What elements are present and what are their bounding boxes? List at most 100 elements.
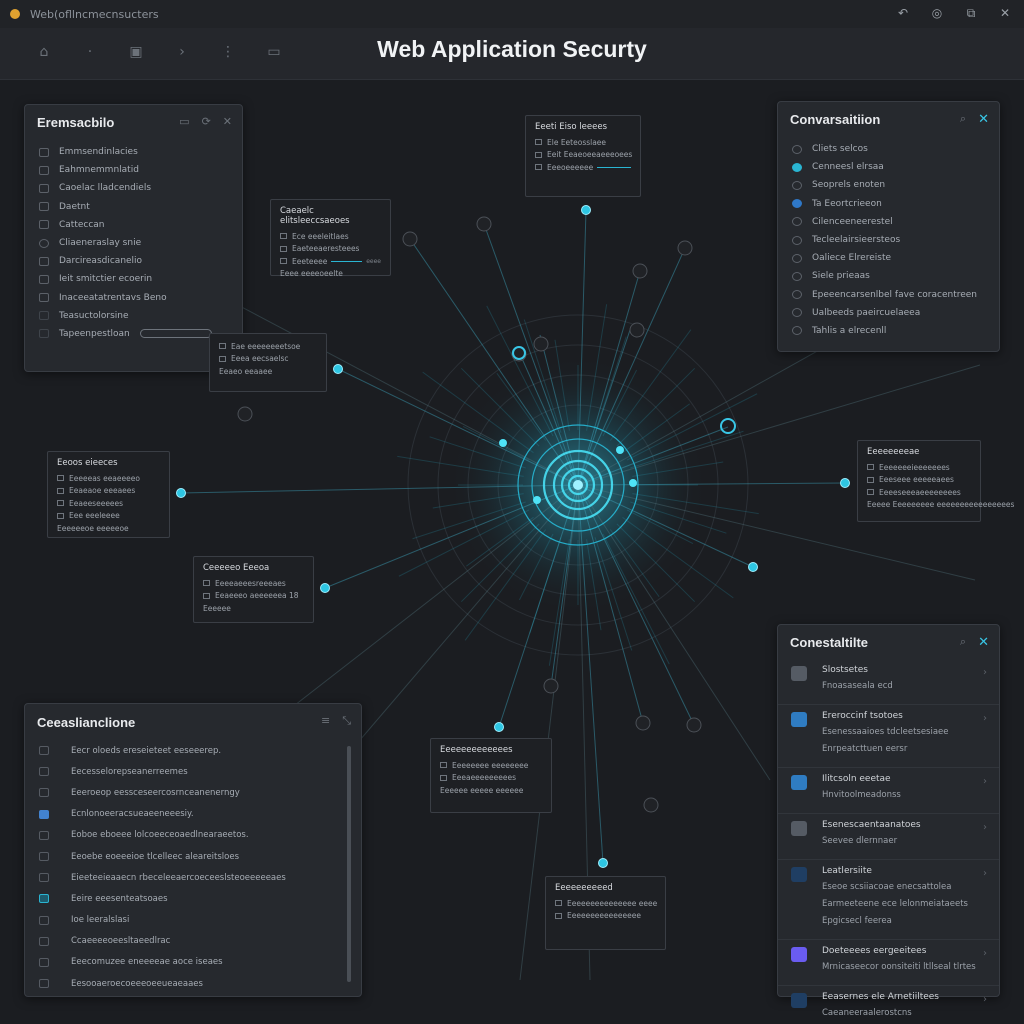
bottom-left-item[interactable]: Eecr oloeds ereseieteet eeseeerep. xyxy=(25,740,361,761)
hollow-node xyxy=(686,717,702,733)
node-box-lower-left[interactable]: Ceeeeeo Eeeoa Eeeeaeeesreeeaes Eeaeeeo a… xyxy=(193,556,314,623)
left-panel-item[interactable]: Inaceeatatrentavs Beno xyxy=(39,289,228,307)
conversation-item[interactable]: Ta Eeortcrieeon xyxy=(792,195,985,213)
detail-item-subtext: Eseoe scsiiacoae enecsattolea xyxy=(822,882,952,892)
bottom-left-item[interactable]: Eesooaeroecoeeeoeeueaeaaes xyxy=(25,973,361,994)
node-box-bottom[interactable]: Eeeeeeeeeed Eeeeeeeeeeeeeee eeee Eeeeeee… xyxy=(545,876,666,950)
conversation-item-label: Tahlis a elrecenll xyxy=(812,325,887,336)
left-panel-item[interactable]: Darcireasdicanelio xyxy=(39,252,228,270)
bottom-left-item[interactable]: Eeire eeesenteatsoaes xyxy=(25,888,361,909)
bottom-left-item[interactable]: Ccaeeeeoeesltaeedlrac xyxy=(25,931,361,952)
left-panel-item[interactable]: Eahmnemmnlatid xyxy=(39,161,228,179)
conversation-item[interactable]: Ualbeeds paeircuelaeea xyxy=(792,304,985,322)
settings-icon[interactable]: ◎ xyxy=(930,6,944,21)
left-panel-item[interactable]: Cliaeneraslay snie xyxy=(39,234,228,252)
chevron-right-icon[interactable]: › xyxy=(983,994,987,1005)
detail-item[interactable]: Eeasernes ele Arnetiiltees Caeaneeraalero… xyxy=(778,985,999,1024)
back-icon[interactable]: ↶ xyxy=(896,6,910,21)
refresh-icon[interactable]: ⟳ xyxy=(202,115,211,128)
left-panel-item[interactable]: Emmsendinlacies xyxy=(39,143,228,161)
close-icon[interactable]: ✕ xyxy=(998,6,1012,21)
maximize-icon[interactable]: ⧉ xyxy=(964,6,978,21)
close-icon[interactable]: ✕ xyxy=(223,115,232,128)
left-panel-item[interactable]: Tapeenpestloan xyxy=(39,325,228,343)
conversation-item[interactable]: Siele prieaas xyxy=(792,267,985,285)
node-box-left[interactable]: Eeoos eieeces Eeeeeas eeaeeeeo Eeaeaoe e… xyxy=(47,451,170,538)
collapse-icon[interactable]: ⤡ xyxy=(342,714,351,728)
node-line-text: Eeeeee eeeee eeeeee xyxy=(440,785,524,795)
chevron-right-icon[interactable]: › xyxy=(983,776,987,787)
bottom-left-item[interactable]: Eecesselorepseanerreemes xyxy=(25,761,361,782)
conversation-item[interactable]: Cenneesl elrsaa xyxy=(792,158,985,176)
left-panel-item[interactable]: Catteccan xyxy=(39,216,228,234)
node-line-text: Eeeseee eeeeeaees xyxy=(879,475,954,485)
search-icon[interactable]: ⌕ xyxy=(960,635,966,650)
slider-track[interactable] xyxy=(139,329,212,339)
list-icon[interactable]: ≡ xyxy=(321,714,330,728)
bottom-left-item[interactable]: Ioe leeralslasi xyxy=(25,910,361,931)
hollow-node xyxy=(643,797,659,813)
hollow-node xyxy=(543,678,559,694)
bottom-left-item-label: Eesooaeroecoeeeoeeueaeaaes xyxy=(71,978,203,989)
scrollbar[interactable] xyxy=(347,746,351,982)
left-panel-item[interactable]: Ieit smitctier ecoerin xyxy=(39,270,228,288)
detail-item[interactable]: Ereroccinf tsotoes Esenessaaioes tdcleets… xyxy=(778,704,999,767)
conversation-item[interactable]: Tecleelairsieersteos xyxy=(792,231,985,249)
bottom-left-item[interactable]: Eoboe eboeee lolcoeeceoaedlnearaeetos. xyxy=(25,825,361,846)
chevron-right-icon[interactable]: › xyxy=(983,868,987,879)
close-icon[interactable]: ✕ xyxy=(978,635,989,650)
conversation-item[interactable]: Cilenceeneerestel xyxy=(792,213,985,231)
bottom-left-item[interactable]: Eeeroeop eessceseercosrnceanenerngy xyxy=(25,782,361,803)
left-panel-item[interactable]: Daetnt xyxy=(39,198,228,216)
item-icon xyxy=(39,256,49,266)
chevron-right-icon[interactable]: › xyxy=(983,713,987,724)
bottom-left-item[interactable]: Ecnlonoeeracsueaeeneeesiy. xyxy=(25,804,361,825)
conversation-item[interactable]: Cliets selcos xyxy=(792,140,985,158)
node-line: Eeeeaeeesreeeaes xyxy=(203,577,304,590)
details-panel-header: Conestaltilte ⌕ ✕ xyxy=(778,625,999,659)
item-icon xyxy=(39,873,49,883)
node-line-icon xyxy=(280,245,287,252)
conversation-item[interactable]: Oaliece Elrereiste xyxy=(792,249,985,267)
network-canvas[interactable]: Eremsacbilo ▭ ⟳ ✕ Emmsendinlacies Eahmnem… xyxy=(0,80,1024,1024)
hollow-node xyxy=(402,231,418,247)
node-box-right[interactable]: Eeeeeeeeae Eeeeeeeieeeeeees Eeeseee eeee… xyxy=(857,440,1014,522)
minimize-icon[interactable]: ▭ xyxy=(179,115,189,128)
left-panel-item[interactable]: Teasuctolorsine xyxy=(39,307,228,325)
search-icon[interactable]: ⌕ xyxy=(960,112,966,127)
detail-item[interactable]: Leatlersiite Eseoe scsiiacoae enecsattole… xyxy=(778,859,999,939)
chevron-right-icon[interactable]: › xyxy=(983,948,987,959)
node-title: Eeeti Eiso leeees xyxy=(535,122,607,132)
node-line-icon xyxy=(535,164,542,171)
bottom-left-item[interactable]: Eieeteeieaaecn rbeceleeaercoeceeslsteoee… xyxy=(25,867,361,888)
detail-item[interactable]: Ilitcsoln eeetae Hnvitoolmeadonss › xyxy=(778,767,999,813)
close-icon[interactable]: ✕ xyxy=(978,112,989,127)
left-panel-item[interactable]: Caoelac lladcendiels xyxy=(39,179,228,197)
chevron-right-icon[interactable]: › xyxy=(983,822,987,833)
node-box-mid-left[interactable]: Eae eeeeeeeetsoe Eeea eecsaelsc Eeaeo ee… xyxy=(209,333,327,392)
conversation-item[interactable]: Seoprels enoten xyxy=(792,176,985,194)
bottom-left-item[interactable]: Eeecomuzee eneeeeae aoce iseaes xyxy=(25,952,361,973)
node-line: Ece eeeleitlaes xyxy=(280,230,381,243)
node-line-text: Eeeeeeoe eeeeeoe xyxy=(57,523,129,533)
conversation-item[interactable]: Tahlis a elrecenll xyxy=(792,322,985,340)
node-box-upper-left[interactable]: Caeaelc elitsleeccsaeoes Ece eeeleitlaes… xyxy=(270,199,391,278)
endpoint-node xyxy=(176,488,186,498)
item-icon xyxy=(39,147,49,157)
node-line-text: Eae eeeeeeeetsoe xyxy=(231,341,301,351)
detail-item[interactable]: Slostsetes Fnoasaseala ecd › xyxy=(778,659,999,704)
node-line-icon xyxy=(280,233,287,240)
detail-item[interactable]: Esenescaentaanatoes Seevee dlernnaer › xyxy=(778,813,999,859)
node-line-icon xyxy=(219,355,226,362)
node-box-bottom-center[interactable]: Eeeeeeeeeeeees Eeeeeeee eeeeeeee Eeeaeee… xyxy=(430,738,552,813)
detail-item[interactable]: Doeteeees eergeeitees Mrnicaseecor oonsit… xyxy=(778,939,999,985)
node-line: Eae eeeeeeeetsoe xyxy=(219,340,317,353)
node-line: Eeaeo eeaaee xyxy=(219,365,317,378)
item-icon xyxy=(39,329,49,339)
chevron-right-icon[interactable]: › xyxy=(983,667,987,678)
bottom-left-item[interactable]: Eeoebe eoeeeioe tlcelleec aleareitsloes xyxy=(25,846,361,867)
node-line-text: Eeeeeeeieeeeeees xyxy=(879,462,950,472)
bottom-left-panel-tools: ≡ ⤡ xyxy=(321,714,351,728)
node-box-top[interactable]: Eeeti Eiso leeees Ele Eeteosslaee Eeit E… xyxy=(525,115,641,197)
conversation-item[interactable]: Epeeencarsenlbel fave coracentreen xyxy=(792,286,985,304)
